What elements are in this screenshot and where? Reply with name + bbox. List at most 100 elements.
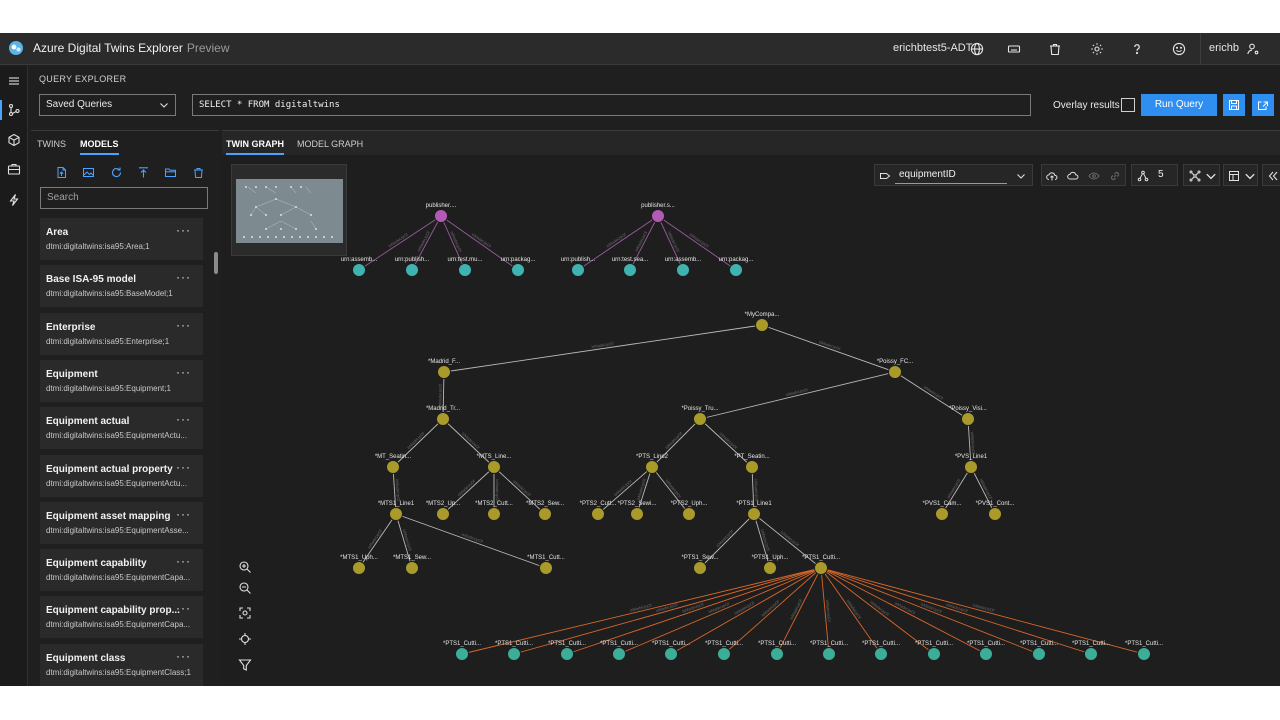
- twin-node[interactable]: [405, 263, 419, 277]
- twin-node[interactable]: [888, 365, 902, 379]
- zoom-out-icon[interactable]: [234, 577, 256, 599]
- cloud-download-icon[interactable]: [1066, 169, 1080, 183]
- twin-node-label: *PTS1_Cutti...: [443, 641, 481, 647]
- twin-node[interactable]: [389, 507, 403, 521]
- twin-node-label: *Madrid_Tr...: [426, 406, 460, 412]
- filter-icon[interactable]: [234, 654, 256, 676]
- twin-label-value[interactable]: equipmentID: [895, 166, 1007, 184]
- minimap-viewport[interactable]: [236, 179, 343, 243]
- twin-node-label: *PTS1_Cutti...: [967, 641, 1005, 647]
- table-view-icon[interactable]: [1227, 169, 1241, 183]
- expansion-level-icon[interactable]: [1136, 169, 1150, 183]
- twin-node[interactable]: [434, 209, 448, 223]
- twin-node[interactable]: [964, 460, 978, 474]
- edge-label: isMadeUpOf: [512, 479, 532, 498]
- twin-node[interactable]: [458, 263, 472, 277]
- twin-node[interactable]: [436, 507, 450, 521]
- twin-node[interactable]: [651, 209, 665, 223]
- twin-node[interactable]: [571, 263, 585, 277]
- edge-label: isMadeUpOf: [719, 431, 739, 450]
- chevron-down-icon[interactable]: [1243, 169, 1257, 183]
- zoom-to-fit-icon[interactable]: [234, 602, 256, 624]
- twin-node[interactable]: [874, 647, 888, 661]
- twin-node[interactable]: [591, 507, 605, 521]
- twin-node[interactable]: [487, 460, 501, 474]
- twin-node[interactable]: [623, 263, 637, 277]
- twin-node[interactable]: [770, 647, 784, 661]
- twin-node[interactable]: [436, 412, 450, 426]
- twin-node-label: *MyCompa...: [745, 312, 780, 318]
- edge-label: isMadeUpOf: [682, 601, 706, 613]
- twin-node[interactable]: [1137, 647, 1151, 661]
- chevron-down-icon[interactable]: [1204, 169, 1218, 183]
- hide-icon[interactable]: [1087, 169, 1101, 183]
- twin-node[interactable]: [979, 647, 993, 661]
- twin-label-selector[interactable]: equipmentID: [874, 164, 1033, 186]
- relationship-edge[interactable]: [761, 324, 896, 373]
- twin-node[interactable]: [612, 647, 626, 661]
- twin-node[interactable]: [645, 460, 659, 474]
- twin-node[interactable]: [935, 507, 949, 521]
- twin-graph-canvas[interactable]: isMadeUpOf isMadeUpOf isMadeUpOf isMadeUpOf…: [0, 33, 1280, 686]
- twin-node-label: *MTS_Line...: [477, 454, 512, 460]
- twin-node[interactable]: [988, 507, 1002, 521]
- graph-minimap[interactable]: [231, 164, 347, 256]
- edge-label: isMadeUpOf: [437, 383, 442, 406]
- twin-node[interactable]: [437, 365, 451, 379]
- twin-node-label: *Poissy_FC...: [877, 359, 914, 365]
- twin-node[interactable]: [630, 507, 644, 521]
- twin-node[interactable]: [1084, 647, 1098, 661]
- twin-node-label: *MTS1_Line1: [378, 501, 415, 507]
- twin-node-label: *PTS1_Uph...: [752, 555, 789, 561]
- expansion-level-value[interactable]: 5: [1158, 169, 1164, 180]
- layout-group: [1183, 164, 1220, 186]
- collapse-panel-group: [1262, 164, 1280, 186]
- twin-node[interactable]: [729, 263, 743, 277]
- twin-node[interactable]: [717, 647, 731, 661]
- twin-node[interactable]: [814, 561, 828, 575]
- edge-label: isMadeUpOf: [456, 478, 476, 497]
- twin-node[interactable]: [386, 460, 400, 474]
- twin-node[interactable]: [511, 263, 525, 277]
- twin-node[interactable]: [693, 561, 707, 575]
- twin-node[interactable]: [747, 507, 761, 521]
- zoom-in-icon[interactable]: [234, 556, 256, 578]
- twin-node[interactable]: [676, 263, 690, 277]
- layout-icon[interactable]: [1188, 169, 1202, 183]
- twin-node[interactable]: [487, 507, 501, 521]
- link-icon[interactable]: [1108, 169, 1122, 183]
- twin-node[interactable]: [352, 263, 366, 277]
- twin-node[interactable]: [1032, 647, 1046, 661]
- twin-node-label: *PTS1_Line1: [736, 501, 772, 507]
- twin-node[interactable]: [822, 647, 836, 661]
- twin-node[interactable]: [664, 647, 678, 661]
- twin-node[interactable]: [745, 460, 759, 474]
- relationship-edge[interactable]: [443, 324, 763, 373]
- twin-node[interactable]: [693, 412, 707, 426]
- twin-node[interactable]: [455, 647, 469, 661]
- twin-node[interactable]: [961, 412, 975, 426]
- twin-node[interactable]: [763, 561, 777, 575]
- twin-node-label: *PTS1_Cutti...: [1072, 641, 1110, 647]
- twin-node-label: *PTS1_Cutti...: [548, 641, 586, 647]
- cloud-upload-icon[interactable]: [1045, 169, 1059, 183]
- relationship-edge[interactable]: [699, 371, 896, 420]
- twin-node[interactable]: [352, 561, 366, 575]
- label-tag-icon: [880, 173, 891, 179]
- twin-node[interactable]: [682, 507, 696, 521]
- double-chevron-left-icon[interactable]: [1266, 169, 1280, 183]
- edge-label: isMadeUpOf: [754, 479, 760, 502]
- twin-node[interactable]: [560, 647, 574, 661]
- edge-label: isMadeUpOf: [605, 231, 627, 248]
- twin-node-label: *Poissy_Visi...: [949, 406, 987, 412]
- twin-node[interactable]: [927, 647, 941, 661]
- edge-label: isMadeUpOf: [461, 532, 484, 545]
- edge-label: isMadeUpOf: [395, 479, 401, 502]
- twin-node-label: *MT_Seatin...: [375, 454, 412, 460]
- twin-node[interactable]: [538, 507, 552, 521]
- twin-node[interactable]: [405, 561, 419, 575]
- twin-node[interactable]: [755, 318, 769, 332]
- twin-node[interactable]: [539, 561, 553, 575]
- twin-node[interactable]: [507, 647, 521, 661]
- center-graph-icon[interactable]: [234, 628, 256, 650]
